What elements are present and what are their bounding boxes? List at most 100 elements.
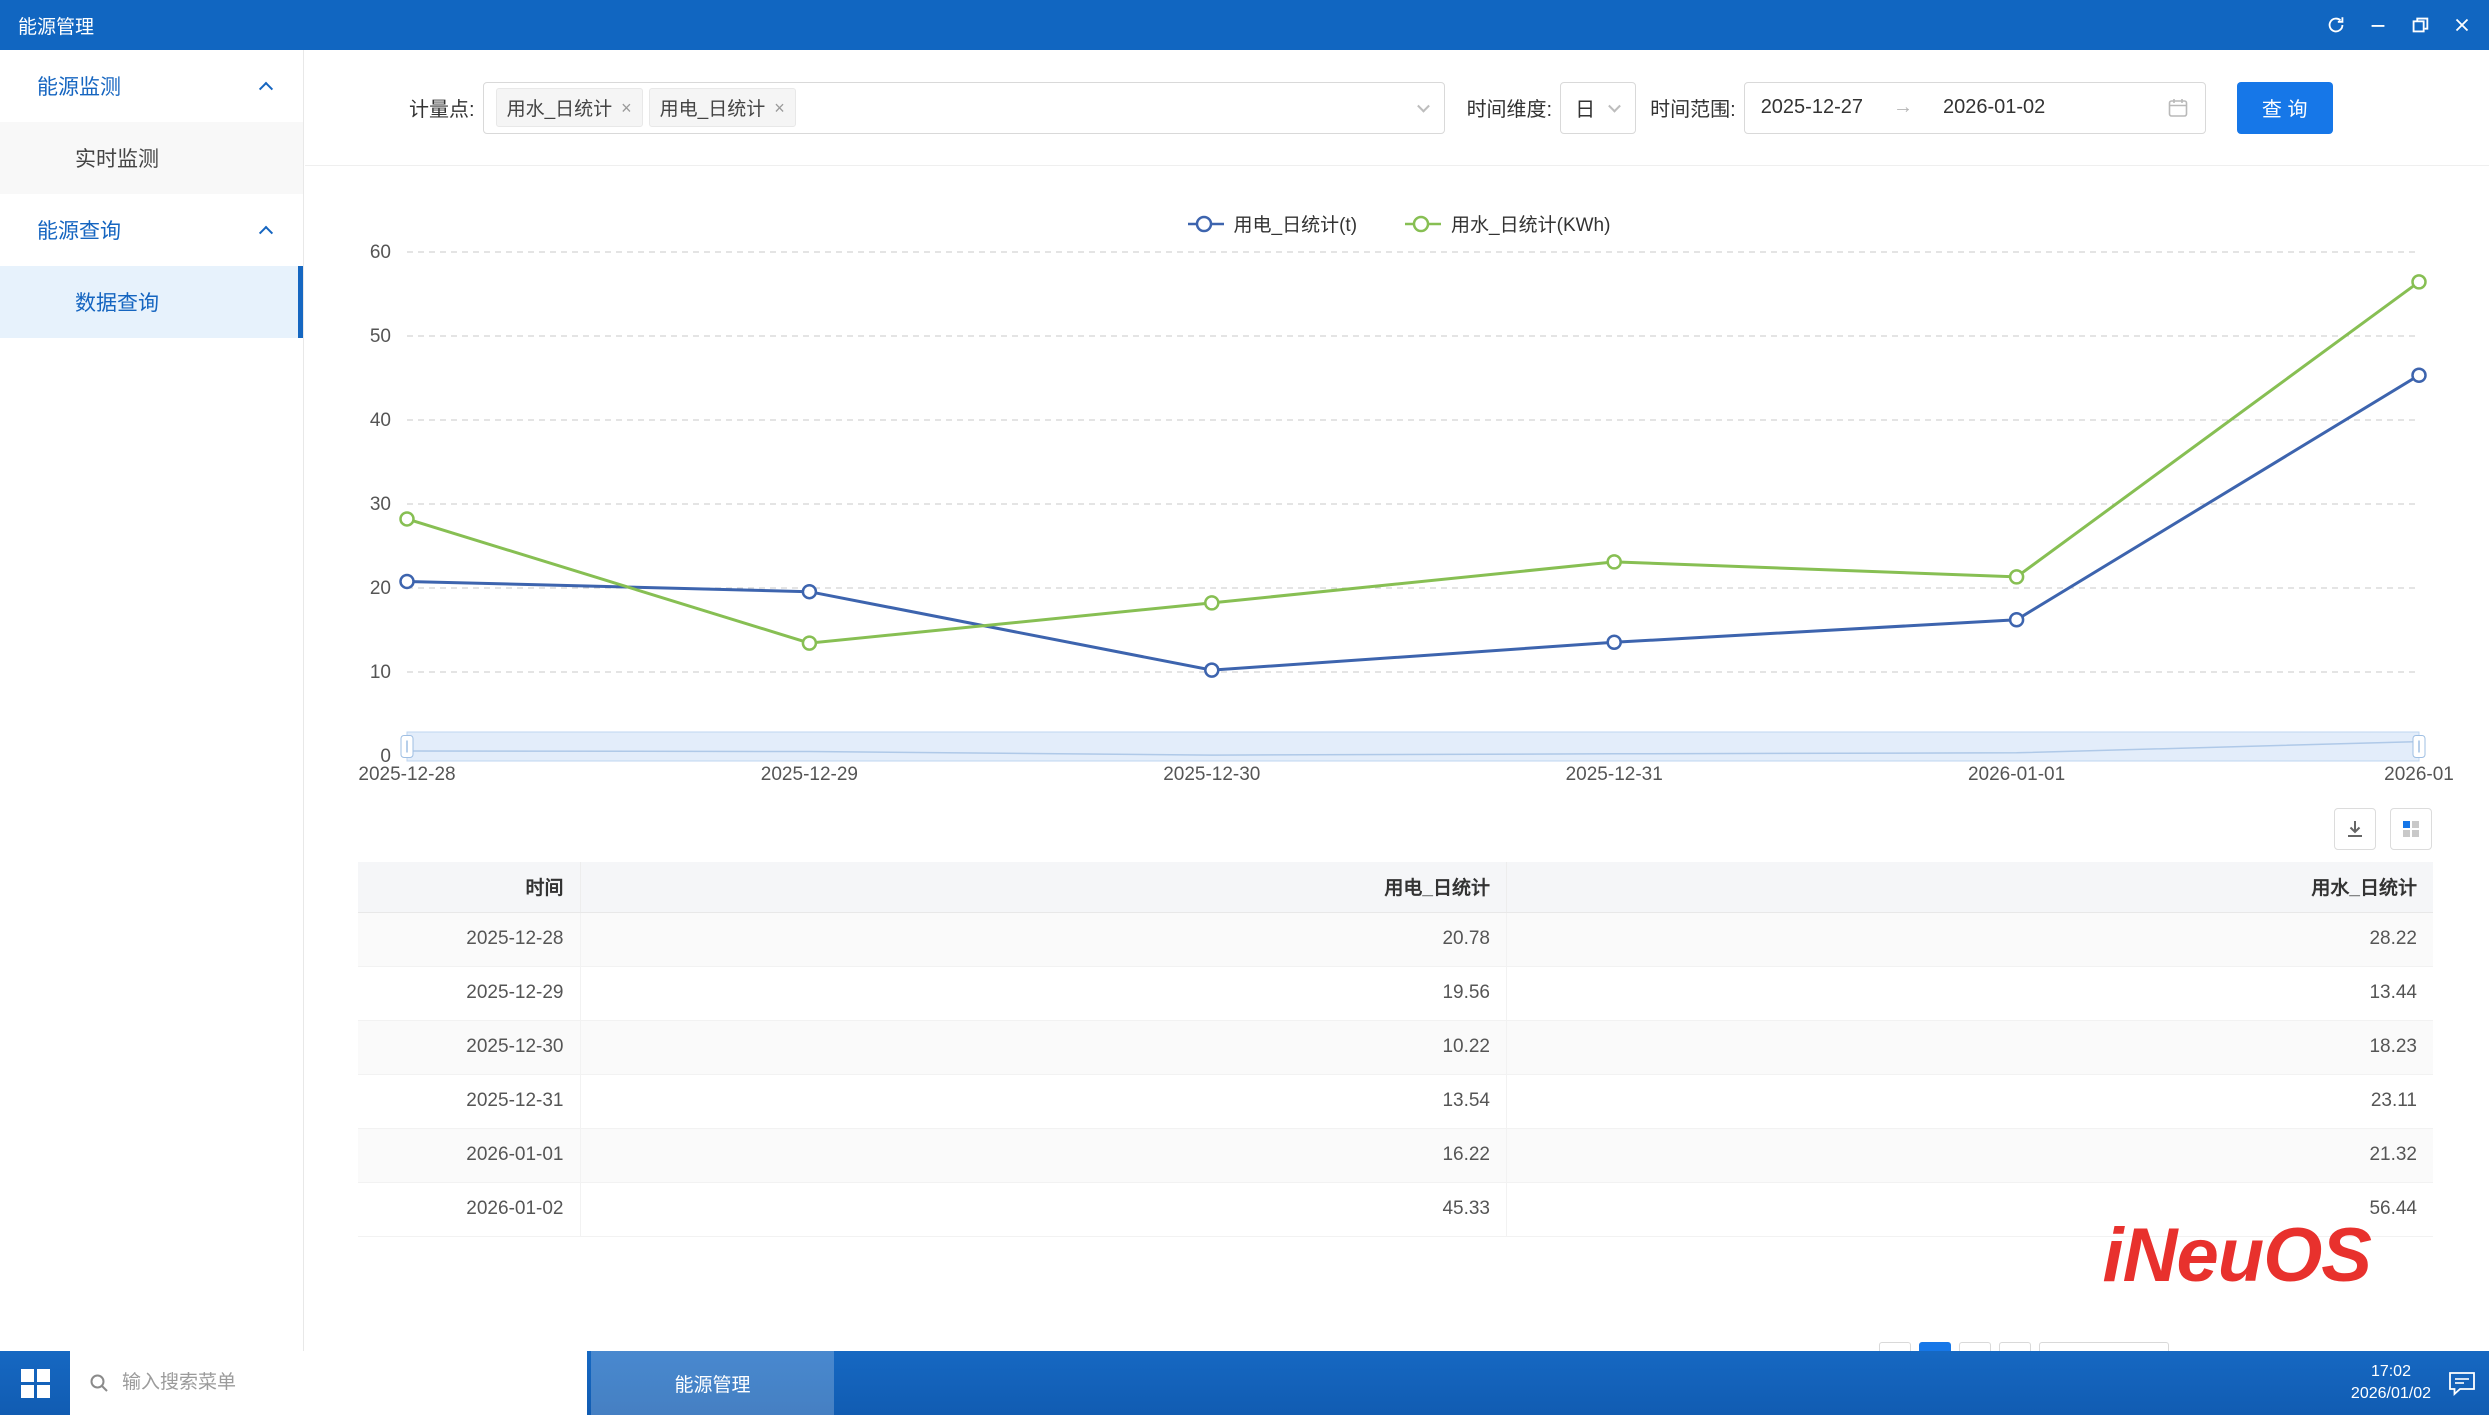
table-cell: 18.23	[1506, 1020, 2433, 1075]
taskbar-search[interactable]	[70, 1351, 587, 1415]
legend-label: 用水_日统计(KWh)	[1451, 215, 1611, 236]
sidebar-group-energy-query[interactable]: 能源查询	[0, 194, 303, 266]
sidebar-item-data-query[interactable]: 数据查询	[0, 266, 303, 338]
pagination-next-button[interactable]	[1959, 1342, 1991, 1351]
table-cell: 2025-12-29	[358, 966, 581, 1021]
remove-tag-icon[interactable]: ×	[774, 99, 785, 117]
windows-logo-icon	[20, 1368, 50, 1398]
sidebar-group-label: 能源查询	[37, 220, 121, 243]
table-cell: 2025-12-30	[358, 1020, 581, 1075]
table-cell: 13.44	[1506, 966, 2433, 1021]
taskbar-clock[interactable]: 17:02 2026/01/02	[2351, 1361, 2431, 1404]
svg-text:20: 20	[370, 578, 391, 599]
svg-text:2025-12-30: 2025-12-30	[1163, 764, 1260, 785]
datazoom-slider[interactable]	[400, 731, 2426, 762]
sidebar-item-realtime-monitoring[interactable]: 实时监测	[0, 122, 303, 194]
legend-item-0[interactable]: 用电_日统计(t)	[1186, 210, 1358, 237]
pagination-prev-button[interactable]	[1879, 1342, 1911, 1351]
clock-time: 17:02	[2370, 1363, 2411, 1381]
tag-label: 用水_日统计	[506, 99, 613, 120]
svg-text:2025-12-31: 2025-12-31	[1566, 764, 1663, 785]
table-row: 2025-12-30 10.22 18.23	[358, 1020, 2433, 1075]
taskbar-app-label: 能源管理	[674, 1374, 751, 1396]
sidebar-item-label: 数据查询	[75, 292, 159, 315]
chart-legend: 用电_日统计(t) 用水_日统计(KWh)	[305, 210, 2489, 237]
range-end-date: 2026-01-02	[1943, 96, 2046, 118]
maximize-icon[interactable]	[2399, 0, 2441, 50]
taskbar-right: 17:02 2026/01/02	[2351, 1351, 2477, 1415]
range-start-date: 2025-12-27	[1760, 96, 1863, 118]
chevron-up-icon	[258, 81, 274, 96]
table-cell: 13.54	[580, 1074, 1507, 1129]
legend-item-1[interactable]: 用水_日统计(KWh)	[1403, 210, 1610, 237]
table-cell: 28.22	[1506, 912, 2433, 967]
table-cell: 21.32	[1506, 1128, 2433, 1183]
main-content: 计量点: 用水_日统计 × 用电_日统计 × 时间维度: 日 时间范围: 202…	[305, 50, 2489, 1351]
start-button[interactable]	[0, 1351, 70, 1415]
chevron-up-icon	[258, 225, 274, 240]
taskbar-app-energy-management[interactable]: 能源管理	[591, 1351, 834, 1415]
svg-text:2026-01: 2026-01	[2384, 764, 2454, 785]
remove-tag-icon[interactable]: ×	[621, 99, 632, 117]
page-size-select[interactable]	[2039, 1342, 2169, 1351]
pagination-jump-button[interactable]	[1999, 1342, 2031, 1351]
range-arrow: →	[1893, 96, 1913, 118]
col-header-1: 用电_日统计	[580, 862, 1507, 913]
sidebar: 能源监测 实时监测 能源查询 数据查询	[0, 50, 304, 1351]
sidebar-group-energy-monitoring[interactable]: 能源监测	[0, 50, 303, 122]
svg-text:50: 50	[370, 326, 391, 347]
table-cell: 45.33	[580, 1182, 1507, 1237]
svg-text:2026-01-01: 2026-01-01	[1968, 764, 2065, 785]
svg-text:30: 30	[370, 494, 391, 515]
search-icon	[90, 1374, 108, 1392]
tag-label: 用电_日统计	[659, 99, 766, 120]
ineuos-watermark: iNeuOS	[2102, 1213, 2372, 1298]
time-dimension-select[interactable]: 日	[1560, 81, 1637, 134]
time-dimension-value: 日	[1575, 99, 1596, 121]
table-row: 2025-12-28 20.78 28.22	[358, 912, 2433, 967]
table-cell: 19.56	[580, 966, 1507, 1021]
table-row: 2025-12-29 19.56 13.44	[358, 966, 2433, 1021]
search-input[interactable]	[122, 1372, 569, 1394]
table-cell: 20.78	[580, 912, 1507, 967]
table-row: 2025-12-31 13.54 23.11	[358, 1074, 2433, 1129]
data-table: 时间 用电_日统计 用水_日统计 2025-12-28 20.78 28.22 2025-…	[358, 862, 2433, 1237]
time-range-label: 时间范围:	[1650, 99, 1736, 121]
pagination: 1	[1879, 1342, 2169, 1351]
table-cell: 2025-12-31	[358, 1074, 581, 1129]
svg-text:2025-12-29: 2025-12-29	[761, 764, 858, 785]
close-icon[interactable]	[2441, 0, 2483, 50]
svg-text:2025-12-28: 2025-12-28	[358, 764, 455, 785]
line-chart[interactable]: 01020304050602025-12-28 2025-12-29 2025-12…	[305, 166, 2489, 826]
grid-lines: 0102030405060	[370, 242, 2419, 767]
download-icon[interactable]	[2334, 808, 2376, 850]
minimize-icon[interactable]	[2357, 0, 2399, 50]
taskbar: 能源管理 17:02 2026/01/02	[0, 1351, 2489, 1415]
svg-text:10: 10	[370, 662, 391, 683]
sidebar-item-label: 实时监测	[75, 148, 159, 171]
metering-point-label: 计量点:	[409, 99, 475, 121]
window-title: 能源管理	[18, 16, 95, 38]
column-settings-icon[interactable]	[2390, 808, 2432, 850]
pagination-current-page[interactable]: 1	[1919, 1342, 1951, 1351]
query-button[interactable]: 查 询	[2236, 81, 2333, 134]
time-dimension-label: 时间维度:	[1466, 99, 1553, 121]
refresh-icon[interactable]	[2315, 0, 2357, 50]
table-toolbar	[2334, 808, 2432, 850]
window-controls	[2315, 0, 2483, 50]
metering-point-select[interactable]: 用水_日统计 × 用电_日统计 ×	[482, 81, 1445, 134]
calendar-icon	[2168, 98, 2187, 117]
date-range-picker[interactable]: 2025-12-27 → 2026-01-02	[1743, 81, 2206, 134]
chevron-down-icon	[1608, 99, 1621, 113]
table-header-row: 时间 用电_日统计 用水_日统计	[358, 862, 2433, 913]
x-axis-labels: 2025-12-28 2025-12-29 2025-12-30 2025-12-31…	[358, 764, 2453, 785]
filter-bar: 计量点: 用水_日统计 × 用电_日统计 × 时间维度: 日 时间范围: 202…	[305, 50, 2489, 166]
chart-area: 用电_日统计(t) 用水_日统计(KWh) 0 10 20 30 40 50 60 2025-1…	[305, 166, 2489, 826]
legend-marker-icon	[1187, 215, 1224, 232]
legend-label: 用电_日统计(t)	[1233, 215, 1358, 236]
legend-marker-icon	[1405, 215, 1442, 232]
table-cell: 2026-01-01	[358, 1128, 581, 1183]
col-header-0: 时间	[358, 862, 581, 913]
table-cell: 10.22	[580, 1020, 1507, 1075]
chat-icon[interactable]	[2447, 1369, 2477, 1397]
